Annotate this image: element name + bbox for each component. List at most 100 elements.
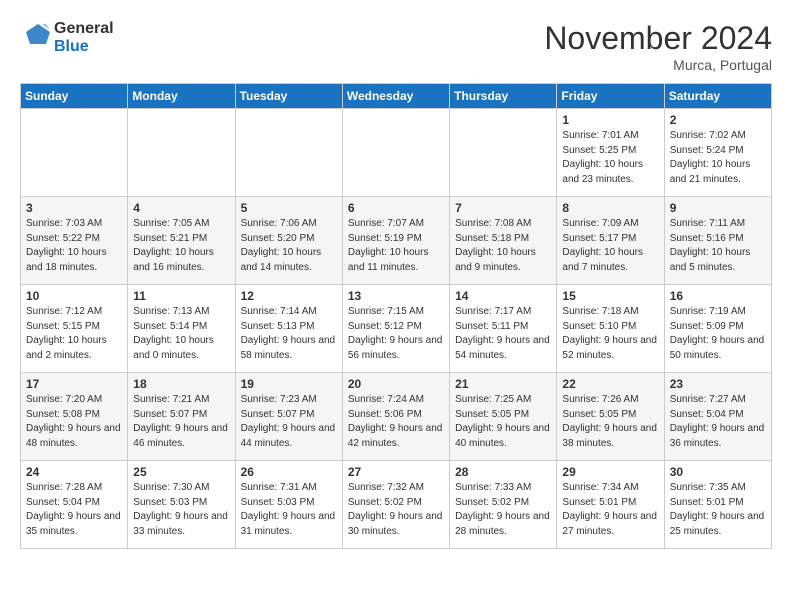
day-number: 21 — [455, 377, 551, 391]
day-number: 13 — [348, 289, 444, 303]
calendar-cell: 19Sunrise: 7:23 AM Sunset: 5:07 PM Dayli… — [235, 373, 342, 461]
day-number: 20 — [348, 377, 444, 391]
calendar-cell: 11 Sunrise: 7:13 AM Sunset: 5:14 PM Dayli… — [128, 285, 235, 373]
day-number: 5 — [241, 201, 337, 215]
calendar-cell: 12Sunrise: 7:14 AM Sunset: 5:13 PM Dayli… — [235, 285, 342, 373]
calendar-cell: 14 Sunrise: 7:17 AM Sunset: 5:11 PM Dayli… — [450, 285, 557, 373]
calendar-cell: 3 Sunrise: 7:03 AM Sunset: 5:22 PM Daylig… — [21, 197, 128, 285]
calendar-cell — [128, 109, 235, 197]
day-number: 16 — [670, 289, 766, 303]
day-number: 24 — [26, 465, 122, 479]
day-info: Sunrise: 7:15 AM Sunset: 5:12 PM Dayligh… — [348, 305, 444, 363]
day-number: 8 — [562, 201, 658, 215]
day-info: Sunrise: 7:02 AM Sunset: 5:24 PM Dayligh… — [670, 129, 766, 187]
calendar-cell: 9 Sunrise: 7:11 AM Sunset: 5:16 PM Daylig… — [664, 197, 771, 285]
day-info: Sunrise: 7:24 AM Sunset: 5:06 PM Dayligh… — [348, 393, 444, 451]
calendar-cell: 4 Sunrise: 7:05 AM Sunset: 5:21 PM Daylig… — [128, 197, 235, 285]
day-info: Sunrise: 7:20 AM Sunset: 5:08 PM Dayligh… — [26, 393, 122, 451]
calendar-cell — [342, 109, 449, 197]
day-number: 28 — [455, 465, 551, 479]
title-block: November 2024 Murca, Portugal — [544, 20, 772, 73]
header-monday: Monday — [128, 84, 235, 109]
day-number: 19 — [241, 377, 337, 391]
day-info: Sunrise: 7:06 AM Sunset: 5:20 PM Dayligh… — [241, 217, 337, 275]
day-info: Sunrise: 7:13 AM Sunset: 5:14 PM Dayligh… — [133, 305, 229, 363]
day-info: Sunrise: 7:14 AM Sunset: 5:13 PM Dayligh… — [241, 305, 337, 363]
day-number: 14 — [455, 289, 551, 303]
day-number: 25 — [133, 465, 229, 479]
calendar-cell: 10Sunrise: 7:12 AM Sunset: 5:15 PM Dayli… — [21, 285, 128, 373]
day-info: Sunrise: 7:01 AM Sunset: 5:25 PM Dayligh… — [562, 129, 658, 187]
day-info: Sunrise: 7:30 AM Sunset: 5:03 PM Dayligh… — [133, 481, 229, 539]
header-sunday: Sunday — [21, 84, 128, 109]
day-info: Sunrise: 7:11 AM Sunset: 5:16 PM Dayligh… — [670, 217, 766, 275]
day-number: 29 — [562, 465, 658, 479]
calendar-week-row: 24 Sunrise: 7:28 AM Sunset: 5:04 PM Dayli… — [21, 461, 772, 549]
day-number: 17 — [26, 377, 122, 391]
day-number: 7 — [455, 201, 551, 215]
day-number: 4 — [133, 201, 229, 215]
calendar-cell: 25 Sunrise: 7:30 AM Sunset: 5:03 PM Dayli… — [128, 461, 235, 549]
logo: General Blue — [20, 20, 114, 57]
header-tuesday: Tuesday — [235, 84, 342, 109]
calendar-cell: 21 Sunrise: 7:25 AM Sunset: 5:05 PM Dayli… — [450, 373, 557, 461]
header-friday: Friday — [557, 84, 664, 109]
calendar-cell — [450, 109, 557, 197]
calendar-cell: 22Sunrise: 7:26 AM Sunset: 5:05 PM Dayli… — [557, 373, 664, 461]
day-info: Sunrise: 7:31 AM Sunset: 5:03 PM Dayligh… — [241, 481, 337, 539]
location-subtitle: Murca, Portugal — [544, 57, 772, 73]
calendar-table: Sunday Monday Tuesday Wednesday Thursday… — [20, 83, 772, 549]
logo-general: General — [54, 20, 114, 37]
calendar-cell — [21, 109, 128, 197]
calendar-cell: 7 Sunrise: 7:08 AM Sunset: 5:18 PM Daylig… — [450, 197, 557, 285]
calendar-cell: 30 Sunrise: 7:35 AM Sunset: 5:01 PM Dayli… — [664, 461, 771, 549]
day-number: 27 — [348, 465, 444, 479]
day-info: Sunrise: 7:35 AM Sunset: 5:01 PM Dayligh… — [670, 481, 766, 539]
calendar-cell: 26Sunrise: 7:31 AM Sunset: 5:03 PM Dayli… — [235, 461, 342, 549]
day-info: Sunrise: 7:03 AM Sunset: 5:22 PM Dayligh… — [26, 217, 122, 275]
calendar-week-row: 10Sunrise: 7:12 AM Sunset: 5:15 PM Dayli… — [21, 285, 772, 373]
calendar-cell: 1 Sunrise: 7:01 AM Sunset: 5:25 PM Daylig… — [557, 109, 664, 197]
calendar-cell: 20 Sunrise: 7:24 AM Sunset: 5:06 PM Dayli… — [342, 373, 449, 461]
day-info: Sunrise: 7:33 AM Sunset: 5:02 PM Dayligh… — [455, 481, 551, 539]
day-number: 23 — [670, 377, 766, 391]
day-number: 18 — [133, 377, 229, 391]
day-info: Sunrise: 7:25 AM Sunset: 5:05 PM Dayligh… — [455, 393, 551, 451]
calendar-cell: 2 Sunrise: 7:02 AM Sunset: 5:24 PM Daylig… — [664, 109, 771, 197]
day-info: Sunrise: 7:32 AM Sunset: 5:02 PM Dayligh… — [348, 481, 444, 539]
logo-blue: Blue — [54, 38, 89, 55]
calendar-cell: 6Sunrise: 7:07 AM Sunset: 5:19 PM Daylig… — [342, 197, 449, 285]
day-number: 1 — [562, 113, 658, 127]
day-number: 2 — [670, 113, 766, 127]
day-info: Sunrise: 7:07 AM Sunset: 5:19 PM Dayligh… — [348, 217, 444, 275]
calendar-week-row: 3 Sunrise: 7:03 AM Sunset: 5:22 PM Daylig… — [21, 197, 772, 285]
page-header: General Blue November 2024 Murca, Portug… — [20, 20, 772, 73]
day-info: Sunrise: 7:18 AM Sunset: 5:10 PM Dayligh… — [562, 305, 658, 363]
header-wednesday: Wednesday — [342, 84, 449, 109]
header-thursday: Thursday — [450, 84, 557, 109]
calendar-cell: 29 Sunrise: 7:34 AM Sunset: 5:01 PM Dayli… — [557, 461, 664, 549]
day-info: Sunrise: 7:08 AM Sunset: 5:18 PM Dayligh… — [455, 217, 551, 275]
day-number: 9 — [670, 201, 766, 215]
day-number: 3 — [26, 201, 122, 215]
calendar-cell: 17 Sunrise: 7:20 AM Sunset: 5:08 PM Dayli… — [21, 373, 128, 461]
calendar-cell: 15 Sunrise: 7:18 AM Sunset: 5:10 PM Dayli… — [557, 285, 664, 373]
calendar-cell: 24 Sunrise: 7:28 AM Sunset: 5:04 PM Dayli… — [21, 461, 128, 549]
day-number: 15 — [562, 289, 658, 303]
calendar-week-row: 1 Sunrise: 7:01 AM Sunset: 5:25 PM Daylig… — [21, 109, 772, 197]
calendar-cell: 27 Sunrise: 7:32 AM Sunset: 5:02 PM Dayli… — [342, 461, 449, 549]
calendar-body: 1 Sunrise: 7:01 AM Sunset: 5:25 PM Daylig… — [21, 109, 772, 549]
day-number: 30 — [670, 465, 766, 479]
day-info: Sunrise: 7:17 AM Sunset: 5:11 PM Dayligh… — [455, 305, 551, 363]
day-info: Sunrise: 7:05 AM Sunset: 5:21 PM Dayligh… — [133, 217, 229, 275]
day-number: 11 — [133, 289, 229, 303]
calendar-cell: 8Sunrise: 7:09 AM Sunset: 5:17 PM Daylig… — [557, 197, 664, 285]
calendar-cell: 13 Sunrise: 7:15 AM Sunset: 5:12 PM Dayli… — [342, 285, 449, 373]
header-saturday: Saturday — [664, 84, 771, 109]
day-info: Sunrise: 7:34 AM Sunset: 5:01 PM Dayligh… — [562, 481, 658, 539]
day-info: Sunrise: 7:12 AM Sunset: 5:15 PM Dayligh… — [26, 305, 122, 363]
day-info: Sunrise: 7:27 AM Sunset: 5:04 PM Dayligh… — [670, 393, 766, 451]
calendar-cell — [235, 109, 342, 197]
day-info: Sunrise: 7:28 AM Sunset: 5:04 PM Dayligh… — [26, 481, 122, 539]
month-title: November 2024 — [544, 20, 772, 57]
